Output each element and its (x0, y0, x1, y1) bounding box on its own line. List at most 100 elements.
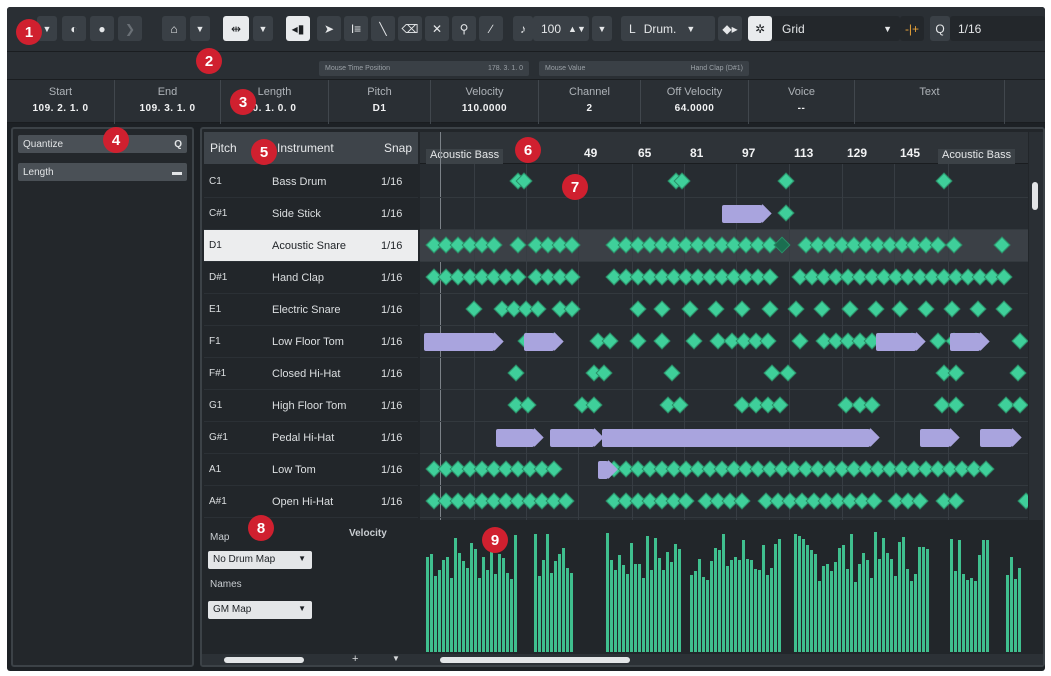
long-note[interactable] (722, 205, 762, 223)
velocity-bar[interactable] (774, 544, 777, 652)
zoom-icon[interactable]: ⚲ (452, 16, 476, 41)
drum-list-row[interactable]: E1 Electric Snare 1/16 (204, 294, 418, 326)
velocity-bar[interactable] (850, 534, 853, 652)
quantize-icon[interactable]: Q (930, 16, 950, 41)
velocity-bar[interactable] (506, 573, 509, 652)
velocity-bar[interactable] (654, 538, 657, 652)
velocity-bar[interactable] (646, 536, 649, 652)
long-note[interactable] (550, 429, 594, 447)
drum-list-row[interactable]: F1 Low Floor Tom 1/16 (204, 326, 418, 358)
velocity-bar[interactable] (478, 578, 481, 652)
draw-tool-icon[interactable]: ∕ (479, 16, 503, 41)
velocity-bar[interactable] (746, 559, 749, 652)
velocity-bar[interactable] (666, 552, 669, 652)
info-start[interactable]: Start 109. 2. 1. 0 (7, 80, 115, 124)
velocity-bar[interactable] (454, 538, 457, 652)
velocity-bar[interactable] (842, 545, 845, 652)
grid-icon[interactable]: ✲ (748, 16, 772, 41)
velocity-bar[interactable] (630, 543, 633, 652)
velocity-bar[interactable] (1018, 568, 1021, 652)
velocity-bar[interactable] (1014, 579, 1017, 652)
velocity-bar[interactable] (742, 540, 745, 652)
velocity-bar[interactable] (690, 575, 693, 652)
velocity-bar[interactable] (490, 548, 493, 652)
drum-list-row-selected[interactable]: D1 Acoustic Snare 1/16 (204, 230, 418, 262)
info-text[interactable]: Text (855, 80, 1005, 124)
velocity-bar[interactable] (890, 559, 893, 652)
velocity-bar[interactable] (758, 570, 761, 652)
velocity-bar[interactable] (674, 544, 677, 652)
long-note[interactable] (980, 429, 1012, 447)
drum-map-select[interactable]: L Drum. ▼ (621, 16, 715, 41)
dropdown-button[interactable]: ▼ (190, 16, 210, 41)
velocity-bar[interactable] (982, 540, 985, 652)
velocity-bar[interactable] (874, 532, 877, 652)
velocity-bar[interactable] (886, 553, 889, 652)
info-velocity[interactable]: Velocity 110.0000 (431, 80, 539, 124)
velocity-bar[interactable] (622, 565, 625, 652)
eraser-icon[interactable]: ⌫ (398, 16, 422, 41)
velocity-bar[interactable] (870, 578, 873, 652)
vertical-scroll-thumb[interactable] (1032, 182, 1038, 210)
velocity-bar[interactable] (974, 581, 977, 652)
velocity-bar[interactable] (542, 560, 545, 652)
velocity-bar[interactable] (846, 569, 849, 652)
velocity-bar[interactable] (510, 579, 513, 652)
drum-list-row[interactable]: A1 Low Tom 1/16 (204, 454, 418, 486)
mute-tool-icon[interactable]: ✕ (425, 16, 449, 41)
quantize-snap-icon[interactable]: -|+ (900, 16, 924, 41)
velocity-bar[interactable] (566, 568, 569, 652)
velocity-bar[interactable] (1010, 557, 1013, 652)
long-note[interactable] (598, 461, 608, 479)
vertical-scrollbar[interactable] (1029, 132, 1043, 520)
range-tool-icon[interactable]: I≡ (344, 16, 368, 41)
forward-icon[interactable]: ❯ (118, 16, 142, 41)
velocity-bar[interactable] (710, 561, 713, 652)
drum-list-row[interactable]: D#1 Hand Clap 1/16 (204, 262, 418, 294)
solo-icon[interactable]: ◐ (62, 16, 86, 41)
long-note[interactable] (876, 333, 916, 351)
velocity-bar[interactable] (606, 533, 609, 652)
velocity-bar[interactable] (486, 570, 489, 652)
velocity-bar[interactable] (838, 548, 841, 652)
velocity-bar[interactable] (962, 574, 965, 652)
column-pitch-header[interactable]: Pitch (210, 141, 237, 155)
column-snap-header[interactable]: Snap (384, 141, 412, 155)
snap-toggle-icon[interactable]: ◆▸ (718, 16, 742, 41)
velocity-bar[interactable] (698, 559, 701, 652)
pointer-tool-icon[interactable]: ➤ (317, 16, 341, 41)
long-note[interactable] (496, 429, 534, 447)
inspector-length-section[interactable]: Length ▬ (18, 163, 187, 181)
drum-list-row[interactable]: F#1 Closed Hi-Hat 1/16 (204, 358, 418, 390)
velocity-lane[interactable] (420, 524, 1028, 652)
velocity-bar[interactable] (706, 580, 709, 652)
drum-list-row[interactable]: G1 High Floor Tom 1/16 (204, 390, 418, 422)
velocity-bar[interactable] (514, 535, 517, 652)
speaker-icon[interactable]: ◂▮ (286, 16, 310, 41)
velocity-bar[interactable] (426, 557, 429, 652)
velocity-bar[interactable] (694, 571, 697, 652)
velocity-bar[interactable] (610, 560, 613, 652)
velocity-bar[interactable] (970, 578, 973, 652)
velocity-bar[interactable] (502, 558, 505, 652)
velocity-bar[interactable] (966, 580, 969, 652)
long-note[interactable] (602, 429, 870, 447)
velocity-bar[interactable] (626, 574, 629, 652)
velocity-bar[interactable] (762, 545, 765, 652)
velocity-bar[interactable] (910, 581, 913, 652)
velocity-bar[interactable] (858, 564, 861, 652)
velocity-bar[interactable] (954, 571, 957, 652)
velocity-bar[interactable] (1006, 575, 1009, 652)
velocity-bar[interactable] (434, 576, 437, 652)
velocity-bar[interactable] (570, 573, 573, 652)
velocity-bar[interactable] (806, 545, 809, 652)
velocity-bar[interactable] (818, 581, 821, 652)
velocity-bar[interactable] (906, 569, 909, 652)
velocity-bar[interactable] (670, 562, 673, 652)
velocity-bar[interactable] (442, 560, 445, 652)
velocity-bar[interactable] (658, 558, 661, 652)
velocity-bar[interactable] (546, 534, 549, 652)
velocity-bar[interactable] (926, 549, 929, 652)
velocity-bar[interactable] (554, 561, 557, 652)
names-dropdown[interactable]: GM Map ▼ (208, 601, 312, 619)
